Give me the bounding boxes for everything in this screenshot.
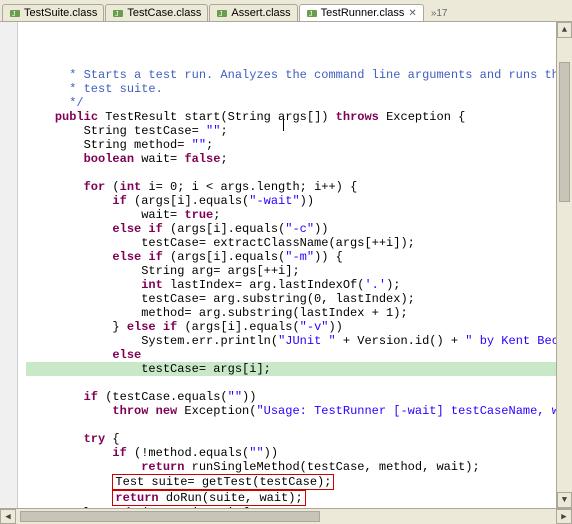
code-line: else if (args[i].equals("-m")) { [26,250,556,264]
code-line: testCase= extractClassName(args[++i]); [26,236,556,250]
code-line: String arg= args[++i]; [26,264,556,278]
code-line [26,166,556,180]
code-line: System.err.println("JUnit " + Version.id… [26,334,556,348]
svg-text:J: J [115,11,119,18]
code-line: if (args[i].equals("-wait")) [26,194,556,208]
code-line: return doRun(suite, wait); [26,490,556,506]
code-line: wait= true; [26,208,556,222]
svg-text:J: J [12,11,16,18]
code-line: else [26,348,556,362]
code-line: method= arg.substring(lastIndex + 1); [26,306,556,320]
code-line: int lastIndex= arg.lastIndexOf('.'); [26,278,556,292]
scroll-right-button[interactable]: ▶ [556,509,572,524]
tab-overflow-button[interactable]: »17 [429,6,450,21]
code-line: testCase= args[i]; [26,362,556,376]
scroll-down-button[interactable]: ▼ [557,492,572,508]
code-line: */ [26,96,556,110]
vertical-scrollbar[interactable]: ▲ ▼ [556,22,572,508]
tab-assert[interactable]: J Assert.class [209,4,297,21]
tab-testsuite[interactable]: J TestSuite.class [2,4,104,21]
code-line [26,376,556,390]
gutter [0,22,18,508]
tab-label: TestSuite.class [24,7,97,19]
code-line: String testCase= ""; [26,124,556,138]
code-line: public TestResult start(String args[]) t… [26,110,556,124]
scroll-thumb-horizontal[interactable] [20,511,320,522]
tab-label: Assert.class [231,7,290,19]
svg-text:J: J [219,11,223,18]
code-line: * Starts a test run. Analyzes the comman… [26,68,556,82]
code-line: try { [26,432,556,446]
code-line: if (testCase.equals("")) [26,390,556,404]
code-line: for (int i= 0; i < args.length; i++) { [26,180,556,194]
code-line: Test suite= getTest(testCase); [26,474,556,490]
code-line: } else if (args[i].equals("-v")) [26,320,556,334]
editor-tabs: J TestSuite.class J TestCase.class J Ass… [0,0,572,22]
scroll-thumb-vertical[interactable] [559,62,570,202]
code-line: String method= ""; [26,138,556,152]
tab-label: TestRunner.class [321,7,405,19]
java-class-icon: J [216,7,228,19]
scroll-up-button[interactable]: ▲ [557,22,572,38]
java-class-icon: J [306,7,318,19]
code-line: if (!method.equals("")) [26,446,556,460]
text-cursor [283,117,284,131]
horizontal-scrollbar[interactable]: ◀ ▶ [0,508,572,524]
code-line: throw new Exception("Usage: TestRunner [… [26,404,556,418]
code-line: * test suite. [26,82,556,96]
code-line: boolean wait= false; [26,152,556,166]
java-class-icon: J [9,7,21,19]
tab-testrunner[interactable]: J TestRunner.class ✕ [299,4,424,21]
editor-area: * Starts a test run. Analyzes the comman… [0,22,572,508]
tab-testcase[interactable]: J TestCase.class [105,4,208,21]
java-class-icon: J [112,7,124,19]
code-viewport[interactable]: * Starts a test run. Analyzes the comman… [18,22,556,508]
tab-label: TestCase.class [127,7,201,19]
code-line: return runSingleMethod(testCase, method,… [26,460,556,474]
code-line: else if (args[i].equals("-c")) [26,222,556,236]
close-icon[interactable]: ✕ [408,8,416,19]
code-line [26,418,556,432]
svg-text:J: J [309,11,313,18]
scroll-left-button[interactable]: ◀ [0,509,16,524]
code-line: testCase= arg.substring(0, lastIndex); [26,292,556,306]
